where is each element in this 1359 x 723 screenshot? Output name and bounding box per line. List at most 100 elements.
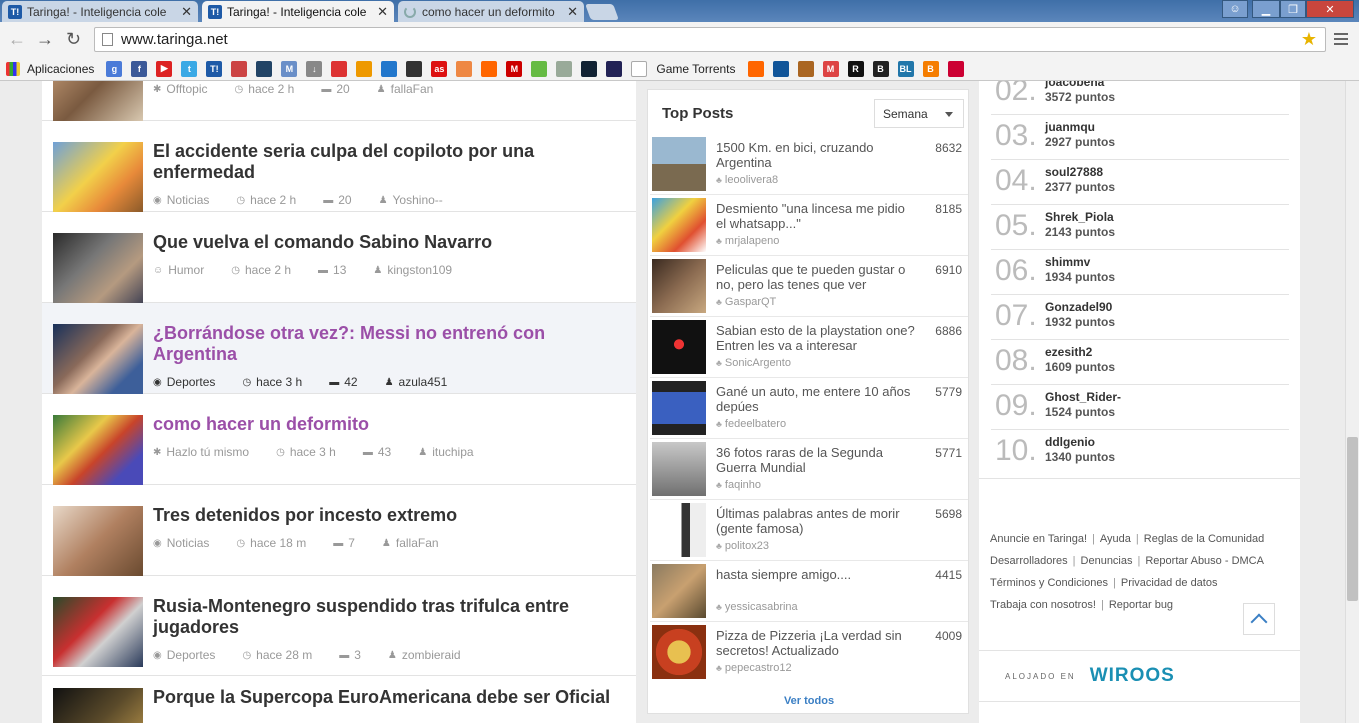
forward-icon[interactable]: → xyxy=(36,29,54,50)
ranking-user[interactable]: Shrek_Piola xyxy=(1045,210,1114,224)
post-thumbnail[interactable] xyxy=(652,503,706,557)
ranking-item[interactable]: 06. shimmv 1934 puntos xyxy=(991,250,1289,295)
bl-bookmark-icon[interactable]: BL xyxy=(897,60,914,77)
top-post-item[interactable]: Sabian esto de la playstation one? Entre… xyxy=(650,317,968,378)
top-post-item[interactable]: 36 fotos raras de la Segunda Guerra Mund… xyxy=(650,439,968,500)
top-post-item[interactable]: Gané un auto, me entere 10 años depúes 5… xyxy=(650,378,968,439)
tab-deformito[interactable]: como hacer un deformito ✕ xyxy=(398,1,584,22)
post-thumbnail[interactable] xyxy=(652,381,706,435)
top-post-author[interactable]: politox23 xyxy=(716,540,769,552)
post-author[interactable]: kingston109 xyxy=(387,263,452,277)
list-item[interactable]: Porque la Supercopa EuroAmericana debe s… xyxy=(42,676,636,723)
taringa-bookmark-icon[interactable]: T! xyxy=(206,60,223,77)
ranking-item[interactable]: 09. Ghost_Rider- 1524 puntos xyxy=(991,385,1289,430)
bookmark-icon[interactable] xyxy=(772,60,789,77)
bookmark-icon[interactable] xyxy=(406,60,423,77)
ranking-item[interactable]: 04. soul27888 2377 puntos xyxy=(991,160,1289,205)
post-thumbnail[interactable] xyxy=(53,415,143,485)
post-category[interactable]: Noticias xyxy=(167,536,210,550)
post-category[interactable]: Noticias xyxy=(167,193,210,207)
close-tab-icon[interactable]: ✕ xyxy=(377,4,388,20)
soundcloud-bookmark-icon[interactable] xyxy=(481,60,498,77)
bookmark-icon[interactable] xyxy=(381,60,398,77)
top-post-title[interactable]: Sabian esto de la playstation one? Entre… xyxy=(716,323,918,353)
ranking-item[interactable]: 02. joacobena 3572 puntos xyxy=(991,81,1289,115)
footer-link[interactable]: Reglas de la Comunidad xyxy=(1144,533,1264,545)
b-bookmark-icon[interactable]: B xyxy=(872,60,889,77)
facebook-bookmark-icon[interactable]: f xyxy=(131,60,148,77)
top-post-author[interactable]: faqinho xyxy=(716,479,761,491)
post-thumbnail[interactable] xyxy=(53,324,143,394)
list-item[interactable]: como hacer un deformito ✱ Hazlo tú mismo … xyxy=(42,394,636,485)
footer-link[interactable]: Términos y Condiciones xyxy=(990,577,1108,589)
ranking-item[interactable]: 05. Shrek_Piola 2143 puntos xyxy=(991,205,1289,250)
ranking-user[interactable]: joacobena xyxy=(1045,81,1104,89)
apps-grid-icon[interactable] xyxy=(6,61,20,76)
close-tab-icon[interactable]: ✕ xyxy=(567,4,578,20)
back-icon[interactable]: ← xyxy=(8,29,26,50)
top-post-title[interactable]: Desmiento "una lincesa me pidio el whats… xyxy=(716,201,918,231)
top-post-title[interactable]: 1500 Km. en bici, cruzando Argentina xyxy=(716,140,918,170)
list-item[interactable]: El accidente seria culpa del copiloto po… xyxy=(42,121,636,212)
footer-link[interactable]: Desarrolladores xyxy=(990,555,1068,567)
post-thumbnail[interactable] xyxy=(53,688,143,723)
footer-link[interactable]: Ayuda xyxy=(1100,533,1131,545)
bookmark-icon[interactable] xyxy=(606,60,623,77)
list-item[interactable]: ✱ Offtopic ◷ hace 2 h ▬ 20 ♟ fallaFan xyxy=(42,81,636,121)
guitar-bookmark-icon[interactable] xyxy=(797,60,814,77)
post-author[interactable]: fallaFan xyxy=(396,536,439,550)
top-post-item[interactable]: Desmiento "una lincesa me pidio el whats… xyxy=(650,195,968,256)
bookmark-icon[interactable] xyxy=(356,60,373,77)
tv-bookmark-icon[interactable] xyxy=(947,60,964,77)
chrome-menu-icon[interactable] xyxy=(1334,30,1348,48)
post-author[interactable]: Yoshino-- xyxy=(393,193,443,207)
top-post-item[interactable]: Últimas palabras antes de morir (gente f… xyxy=(650,500,968,561)
top-post-author[interactable]: fedeelbatero xyxy=(716,418,786,430)
list-item[interactable]: Que vuelva el comando Sabino Navarro ☺ Hu… xyxy=(42,212,636,303)
top-post-author[interactable]: mrjalapeno xyxy=(716,235,779,247)
instagram-bookmark-icon[interactable] xyxy=(531,60,548,77)
ranking-item[interactable]: 07. Gonzadel90 1932 puntos xyxy=(991,295,1289,340)
post-thumbnail[interactable] xyxy=(652,564,706,618)
footer-link[interactable]: Privacidad de datos xyxy=(1121,577,1218,589)
list-item[interactable]: Tres detenidos por incesto extremo ◉ Noti… xyxy=(42,485,636,576)
hosted-by-banner[interactable]: ALOJADO EN WIROOS xyxy=(979,650,1300,702)
ranking-user[interactable]: shimmv xyxy=(1045,255,1090,269)
top-post-author[interactable]: pepecastro12 xyxy=(716,662,792,674)
ranking-item[interactable]: 10. ddlgenio 1340 puntos xyxy=(991,430,1289,475)
post-author[interactable]: azula451 xyxy=(399,375,448,389)
post-title[interactable]: Rusia-Montenegro suspendido tras trifulc… xyxy=(153,596,623,638)
post-title[interactable]: El accidente seria culpa del copiloto po… xyxy=(153,141,623,183)
bookmark-icon[interactable] xyxy=(231,60,248,77)
top-post-item[interactable]: hasta siempre amigo.... 4415 yessicasabr… xyxy=(650,561,968,622)
post-thumbnail[interactable] xyxy=(53,506,143,576)
r-bookmark-icon[interactable]: R xyxy=(847,60,864,77)
apps-bookmark[interactable]: Aplicaciones xyxy=(27,62,94,76)
bookmark-icon[interactable]: M xyxy=(281,60,298,77)
chrome-bookmark-icon[interactable] xyxy=(456,60,473,77)
bookmark-star-icon[interactable]: ★ xyxy=(1301,29,1317,50)
top-post-title[interactable]: 36 fotos raras de la Segunda Guerra Mund… xyxy=(716,445,918,475)
list-item[interactable]: ¿Borrándose otra vez?: Messi no entrenó … xyxy=(42,303,636,394)
page-scrollbar[interactable] xyxy=(1345,81,1359,723)
marca-bookmark-icon[interactable]: M xyxy=(506,60,523,77)
reload-icon[interactable]: ↻ xyxy=(66,29,81,50)
google-bookmark-icon[interactable]: g xyxy=(106,60,123,77)
gmail-bookmark-icon[interactable]: M xyxy=(822,60,839,77)
post-thumbnail[interactable] xyxy=(53,142,143,212)
ranking-user[interactable]: ddlgenio xyxy=(1045,435,1095,449)
back-to-top-button[interactable] xyxy=(1243,603,1275,635)
as-bookmark-icon[interactable]: as xyxy=(431,60,448,77)
post-thumbnail[interactable] xyxy=(53,597,143,667)
download-bookmark-icon[interactable]: ↓ xyxy=(306,60,323,77)
see-all-link[interactable]: Ver todos xyxy=(648,695,970,707)
post-title[interactable]: Tres detenidos por incesto extremo xyxy=(153,505,623,526)
post-category[interactable]: Humor xyxy=(168,263,204,277)
scrollbar-thumb[interactable] xyxy=(1347,437,1358,601)
post-title[interactable]: ¿Borrándose otra vez?: Messi no entrenó … xyxy=(153,323,623,365)
youtube-bookmark-icon[interactable]: ▶ xyxy=(156,60,173,77)
post-title[interactable]: como hacer un deformito xyxy=(153,414,623,435)
post-author[interactable]: zombieraid xyxy=(402,648,461,662)
blogger-bookmark-icon[interactable]: B xyxy=(922,60,939,77)
top-post-title[interactable]: Últimas palabras antes de morir (gente f… xyxy=(716,506,918,536)
